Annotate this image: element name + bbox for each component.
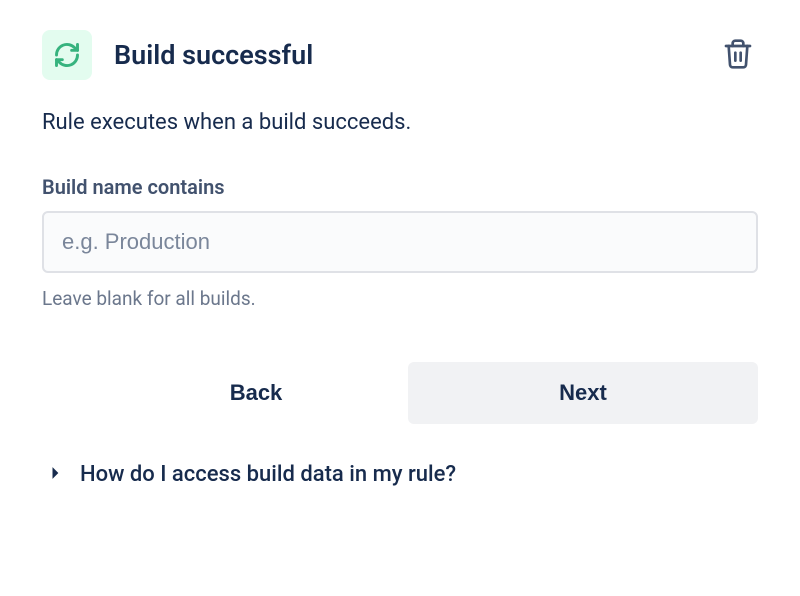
header-left: Build successful: [42, 30, 313, 80]
back-button[interactable]: Back: [116, 362, 396, 424]
help-expand[interactable]: How do I access build data in my rule?: [42, 462, 758, 487]
next-button[interactable]: Next: [408, 362, 758, 424]
trash-icon: [722, 36, 754, 72]
page-title: Build successful: [114, 39, 313, 71]
build-name-helper: Leave blank for all builds.: [42, 287, 758, 310]
build-name-label: Build name contains: [42, 175, 758, 199]
chevron-right-icon: [50, 465, 62, 485]
header: Build successful: [42, 30, 758, 80]
build-name-input[interactable]: [42, 211, 758, 273]
rule-icon-box: [42, 30, 92, 80]
refresh-icon: [53, 41, 81, 69]
rule-description: Rule executes when a build succeeds.: [42, 110, 758, 135]
delete-button[interactable]: [718, 32, 758, 79]
button-row: Back Next: [42, 362, 758, 424]
help-question: How do I access build data in my rule?: [80, 462, 456, 487]
